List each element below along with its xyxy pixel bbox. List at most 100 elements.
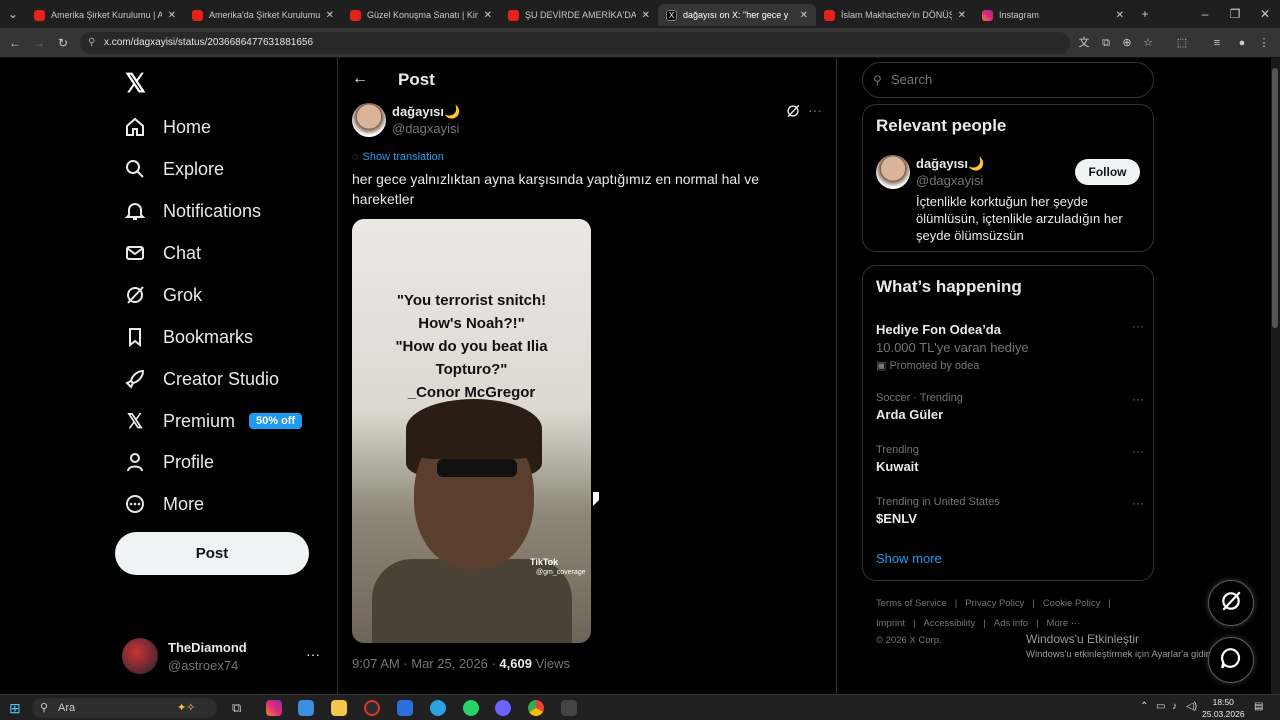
windows-start-icon[interactable]: ⊞ bbox=[9, 700, 25, 716]
footer-link[interactable]: Accessibility bbox=[924, 618, 976, 629]
close-tab-icon[interactable]: ✕ bbox=[642, 10, 650, 21]
browser-tab[interactable]: ŞU DEVİRDE AMERİKA'DA YAŞ ✕ bbox=[500, 4, 658, 26]
author-handle[interactable]: @dagxayisi bbox=[392, 121, 459, 136]
trend-item[interactable]: Trending in United States $ENLV ··· bbox=[876, 496, 1146, 526]
post-time[interactable]: 9:07 AM · Mar 25, 2026 · bbox=[352, 656, 499, 671]
trend-item[interactable]: Hediye Fon Odea’da 10.000 TL'ye varan he… bbox=[876, 319, 1146, 372]
back-arrow-icon[interactable]: ← bbox=[352, 70, 368, 88]
footer-link[interactable]: Terms of Service bbox=[876, 598, 947, 609]
nav-item-notifications[interactable]: Notifications bbox=[125, 195, 261, 227]
tab-search-icon[interactable]: ⌄ bbox=[4, 5, 22, 23]
notifications-icon[interactable]: ▤ bbox=[1254, 701, 1263, 712]
volume-icon[interactable]: ◁) bbox=[1186, 701, 1197, 712]
post-video[interactable]: "You terrorist snitch! How's Noah?!" "Ho… bbox=[352, 219, 591, 643]
taskbar-clock[interactable]: 18:50 25.03.2026 bbox=[1202, 696, 1245, 720]
more-dots-icon[interactable]: ··· bbox=[1132, 392, 1144, 406]
trello-icon[interactable] bbox=[397, 700, 413, 716]
more-dots-icon[interactable]: ··· bbox=[1132, 319, 1144, 333]
task-view-icon[interactable]: ⧉ bbox=[232, 700, 248, 716]
scrollbar-thumb[interactable] bbox=[1272, 68, 1278, 328]
author-avatar[interactable] bbox=[352, 103, 386, 137]
nav-item-profile[interactable]: Profile bbox=[125, 446, 214, 478]
trend-item[interactable]: Trending Kuwait ··· bbox=[876, 444, 1146, 474]
avatar[interactable] bbox=[876, 155, 910, 189]
browser-tab[interactable]: Güzel Konuşma Sanatı | Kimse ✕ bbox=[342, 4, 500, 26]
close-tab-icon[interactable]: ✕ bbox=[800, 10, 808, 21]
footer-link[interactable]: Privacy Policy bbox=[965, 598, 1024, 609]
close-tab-icon[interactable]: ✕ bbox=[1116, 10, 1124, 21]
bookmark-star-icon[interactable]: ☆ bbox=[1140, 35, 1156, 51]
nav-item-grok[interactable]: Grok bbox=[125, 279, 202, 311]
more-dots-icon[interactable]: ··· bbox=[808, 102, 822, 118]
more-dots-icon[interactable]: ··· bbox=[1132, 444, 1144, 458]
footer-link[interactable]: Ads info bbox=[994, 618, 1028, 629]
close-window-icon[interactable]: ✕ bbox=[1256, 5, 1274, 23]
app-icon[interactable] bbox=[364, 700, 380, 716]
browser-tab[interactable]: Amerika'da Şirket Kurulumu (U ✕ bbox=[184, 4, 342, 26]
nav-item-premium[interactable]: 𝕏 Premium 50% off bbox=[125, 405, 303, 437]
nav-item-creator-studio[interactable]: Creator Studio bbox=[125, 363, 279, 395]
nav-item-bookmarks[interactable]: Bookmarks bbox=[125, 321, 253, 353]
reload-icon[interactable]: ↻ bbox=[54, 34, 72, 52]
chrome-icon[interactable] bbox=[528, 700, 544, 716]
forward-icon[interactable]: → bbox=[30, 34, 48, 52]
nav-item-home[interactable]: Home bbox=[125, 111, 211, 143]
close-tab-icon[interactable]: ✕ bbox=[958, 10, 966, 21]
x-logo-icon[interactable]: 𝕏 bbox=[125, 68, 146, 99]
show-more-link[interactable]: Show more bbox=[876, 551, 942, 566]
close-tab-icon[interactable]: ✕ bbox=[326, 10, 334, 21]
show-translation-link[interactable]: ◌ Show translation bbox=[352, 151, 444, 163]
restore-icon[interactable]: ❐ bbox=[1226, 5, 1244, 23]
app-icon[interactable] bbox=[561, 700, 577, 716]
site-info-icon[interactable]: ⚲ bbox=[88, 32, 95, 54]
more-dots-icon[interactable]: ··· bbox=[306, 646, 320, 662]
whatsapp-icon[interactable] bbox=[463, 700, 479, 716]
browser-tab[interactable]: Amerika Şirket Kurulumu | A'da ✕ bbox=[26, 4, 184, 26]
extensions-icon[interactable]: ⬚ bbox=[1174, 35, 1190, 51]
trend-title: Arda Güler bbox=[876, 407, 944, 422]
browser-tab[interactable]: İslam Makhachev'in DÖNÜŞ TA ✕ bbox=[816, 4, 974, 26]
close-tab-icon[interactable]: ✕ bbox=[168, 10, 176, 21]
app-icon[interactable] bbox=[495, 700, 511, 716]
browser-tab-active[interactable]: X dağayısı on X: "her gece y ✕ bbox=[658, 4, 816, 26]
person-handle[interactable]: @dagxayisi bbox=[916, 173, 983, 188]
browser-tab[interactable]: Instagram ✕ bbox=[974, 4, 1132, 26]
back-icon[interactable]: ← bbox=[6, 34, 24, 52]
store-icon[interactable] bbox=[298, 700, 314, 716]
footer-link[interactable]: Imprint bbox=[876, 618, 905, 629]
person-name[interactable]: dağayısı🌙 bbox=[916, 156, 984, 172]
post-button[interactable]: Post bbox=[115, 532, 309, 575]
close-tab-icon[interactable]: ✕ bbox=[484, 10, 492, 21]
more-dots-icon[interactable]: ··· bbox=[1132, 496, 1144, 510]
file-explorer-icon[interactable] bbox=[331, 700, 347, 716]
minimize-icon[interactable]: – bbox=[1196, 5, 1214, 23]
nav-item-chat[interactable]: Chat bbox=[125, 237, 201, 269]
account-switcher[interactable]: TheDiamond @astroex74 ··· bbox=[122, 636, 322, 676]
messages-fab-button[interactable] bbox=[1208, 637, 1254, 683]
new-tab-icon[interactable]: + bbox=[1136, 5, 1154, 23]
browser-menu-icon[interactable]: ⋮ bbox=[1256, 35, 1272, 51]
search-input[interactable]: ⚲ Search bbox=[862, 62, 1154, 98]
grok-fab-button[interactable] bbox=[1208, 580, 1254, 626]
footer-link[interactable]: Cookie Policy bbox=[1043, 598, 1101, 609]
nav-item-explore[interactable]: Explore bbox=[125, 153, 224, 185]
footer-link[interactable]: More ··· bbox=[1047, 618, 1081, 629]
grok-icon: ◌ bbox=[352, 151, 359, 163]
translate-icon[interactable]: 文 bbox=[1076, 35, 1092, 51]
follow-button[interactable]: Follow bbox=[1075, 159, 1140, 185]
zoom-icon[interactable]: ⊕ bbox=[1119, 35, 1135, 51]
profile-avatar-icon[interactable]: ● bbox=[1234, 35, 1250, 51]
trend-item[interactable]: Soccer · Trending Arda Güler ··· bbox=[876, 392, 1146, 422]
telegram-icon[interactable] bbox=[430, 700, 446, 716]
reading-list-icon[interactable]: ≡ bbox=[1209, 35, 1225, 51]
microphone-icon[interactable]: ♪ bbox=[1172, 701, 1177, 712]
author-name[interactable]: dağayısı🌙 bbox=[392, 104, 460, 120]
install-app-icon[interactable]: ⧉ bbox=[1098, 35, 1114, 51]
url-input[interactable]: ⚲ x.com/dagxayisi/status/203668647763188… bbox=[80, 32, 1070, 54]
nav-item-more[interactable]: More bbox=[125, 488, 204, 520]
battery-icon[interactable]: ▭ bbox=[1156, 701, 1165, 712]
grok-icon[interactable] bbox=[786, 104, 800, 121]
taskbar-search[interactable]: ⚲ Ara ✦✧ bbox=[32, 698, 217, 718]
tray-chevron-icon[interactable]: ⌃ bbox=[1140, 701, 1148, 712]
instagram-icon[interactable] bbox=[266, 700, 282, 716]
